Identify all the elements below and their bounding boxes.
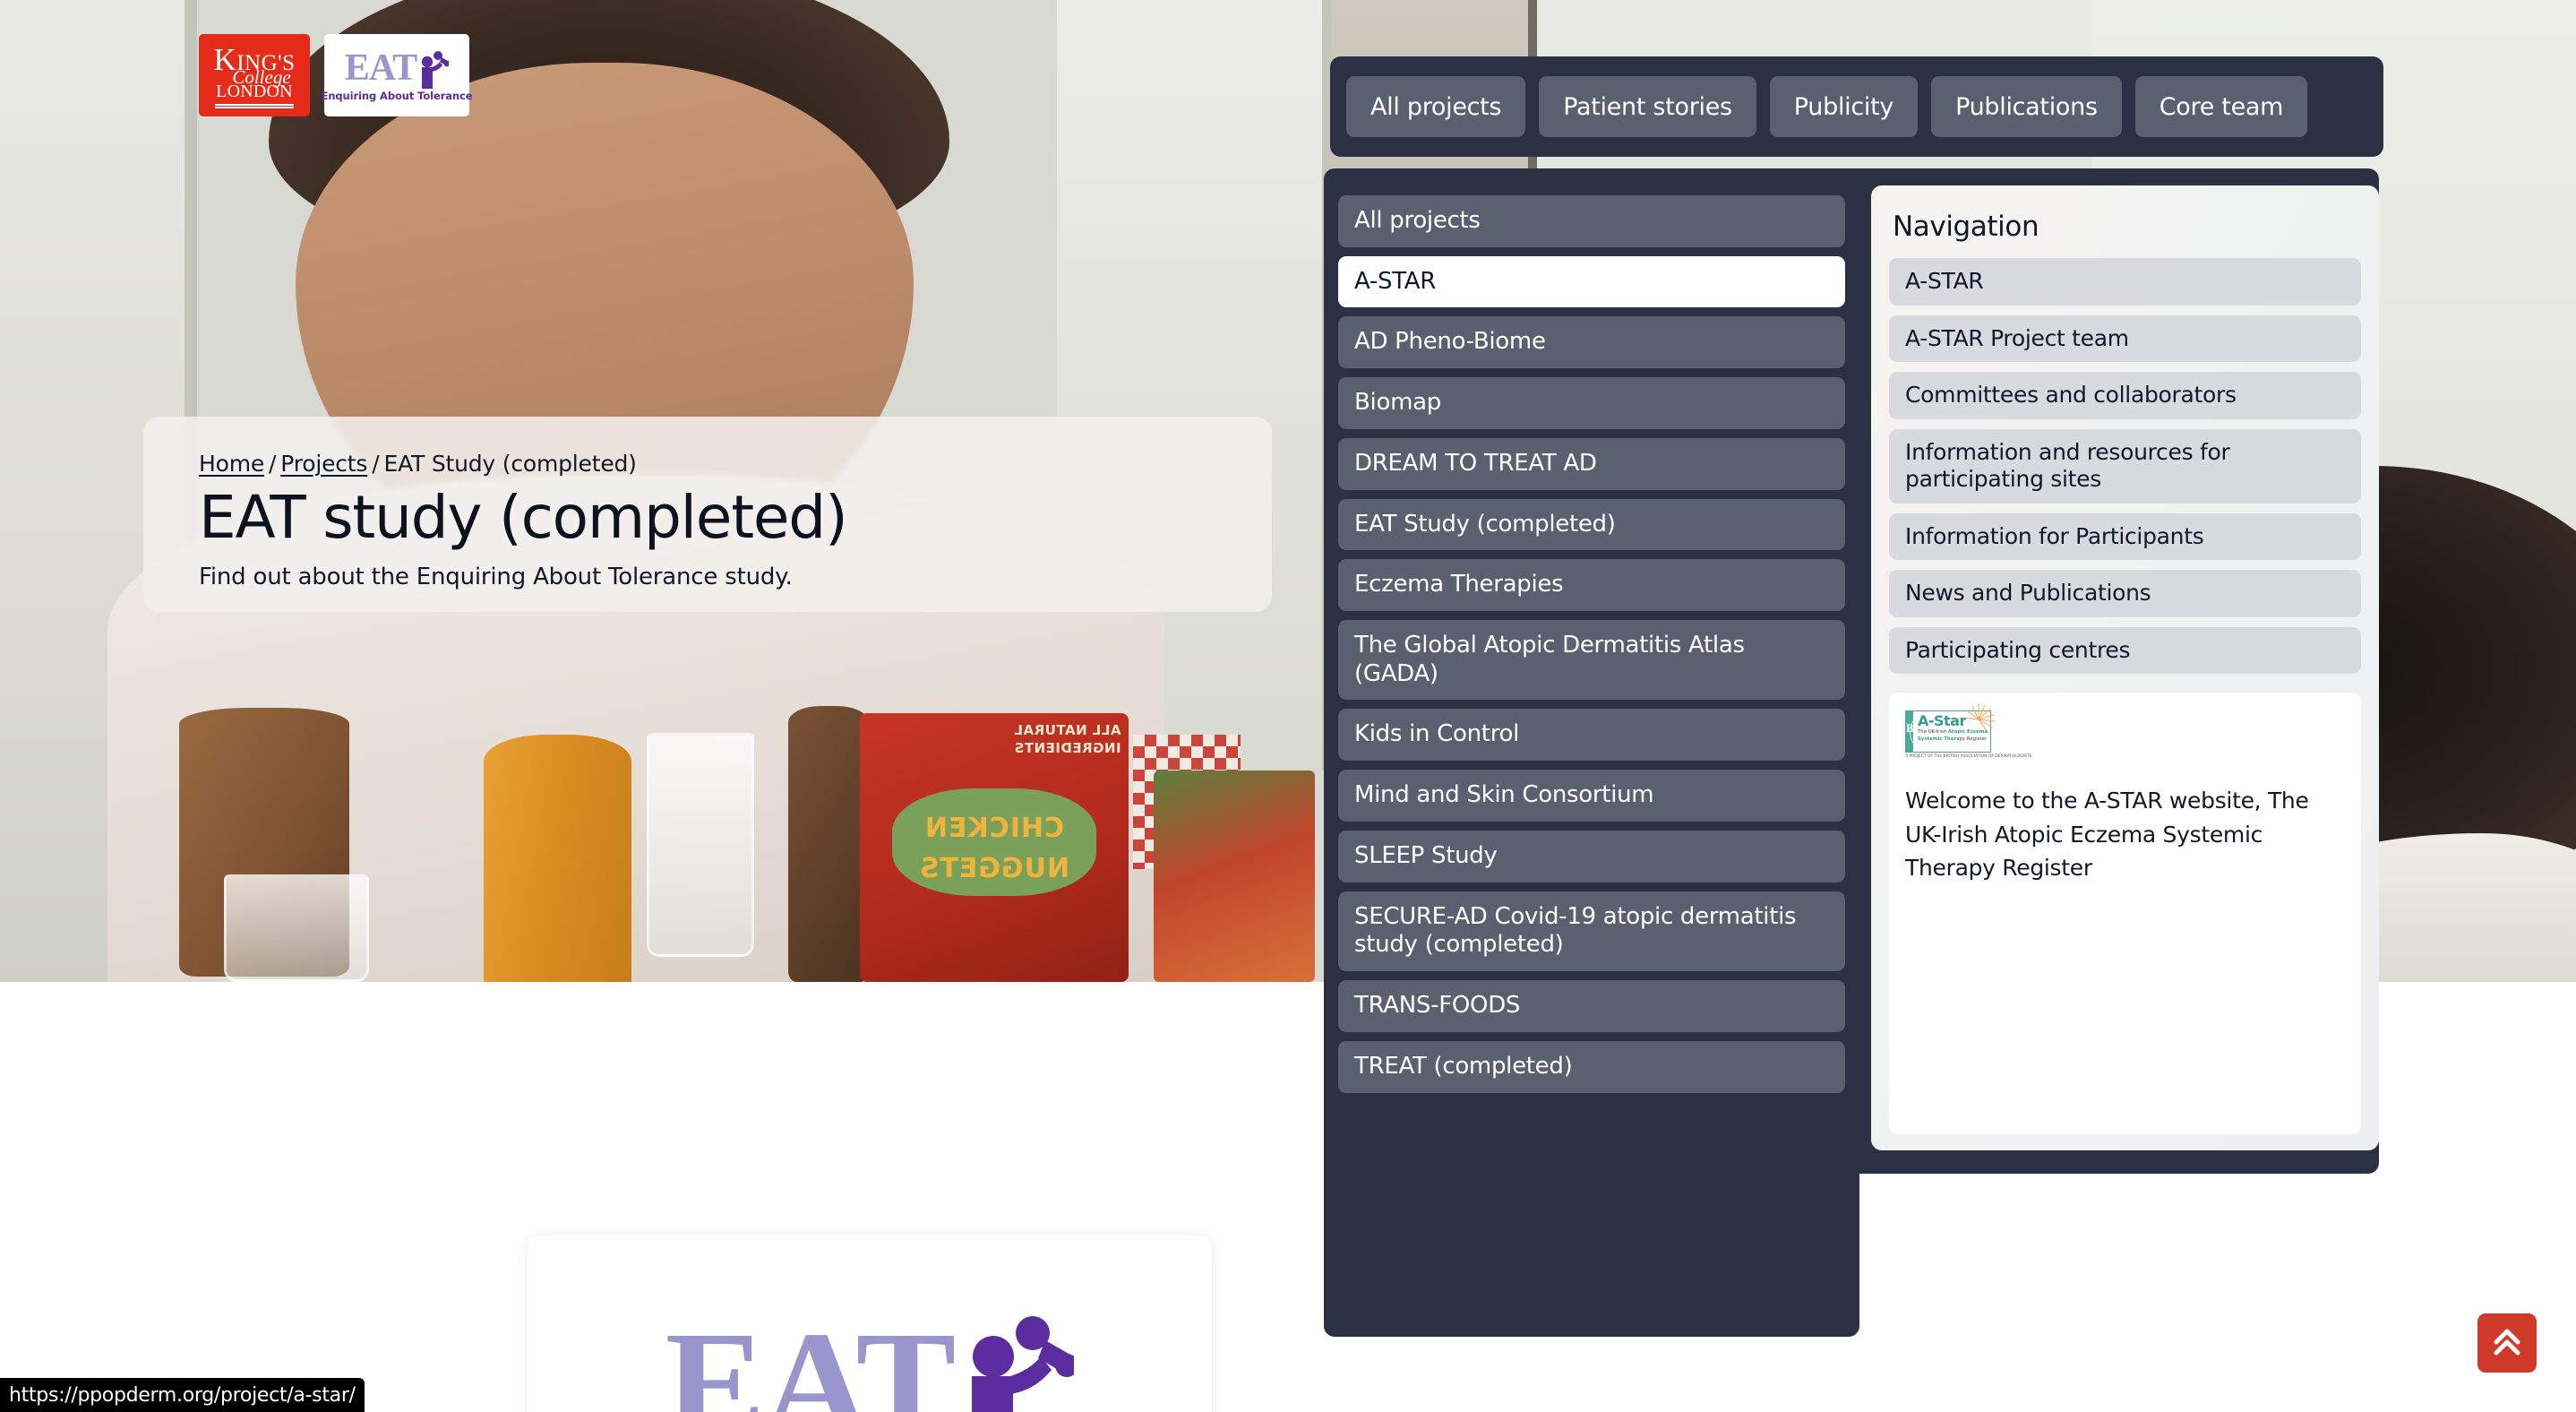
- project-item-all-projects[interactable]: All projects: [1338, 195, 1845, 247]
- bottom-eat-logo-card: EAT: [528, 1236, 1212, 1412]
- nav-item-committees-and-collaborators[interactable]: Committees and collaborators: [1889, 372, 2361, 419]
- parent-lifting-child-icon: [418, 49, 451, 89]
- a-star-welcome-card: BAD A-Star The UK-Irish Atopic Eczema Sy…: [1889, 693, 2361, 1134]
- a-star-sub2-accent: Systemic Ther: [1917, 736, 1957, 743]
- bottom-eat-word: EAT: [665, 1300, 957, 1412]
- a-star-logo-box: BAD A-Star The UK-Irish Atopic Eczema Sy…: [1905, 703, 1996, 753]
- breadcrumb-home-link[interactable]: Home: [199, 451, 264, 477]
- breadcrumb: Home / Projects / EAT Study (completed): [199, 451, 1272, 477]
- kcl-logo-line1: KING'S: [213, 42, 296, 78]
- nav-item-information-for-participants[interactable]: Information for Participants: [1889, 512, 2361, 560]
- nav-item-participating-centres[interactable]: Participating centres: [1889, 626, 2361, 674]
- page-title: EAT study (completed): [199, 483, 848, 552]
- breadcrumb-sep-1: /: [269, 451, 277, 477]
- project-item-mind-and-skin-consortium[interactable]: Mind and Skin Consortium: [1338, 770, 1845, 822]
- breadcrumb-sep-2: /: [372, 451, 380, 477]
- photo-glass-1: [647, 733, 754, 957]
- breadcrumb-projects-link[interactable]: Projects: [280, 451, 367, 477]
- project-list-panel: All projects A-STAR AD Pheno-Biome Bioma…: [1324, 185, 1859, 1337]
- project-item-kids-in-control[interactable]: Kids in Control: [1338, 709, 1845, 762]
- photo-table-items: ALL NATURAL INGREDIENTS CHICKEN NUGGETS: [0, 706, 1344, 982]
- navigation-heading: Navigation: [1893, 211, 2039, 243]
- top-navigation-bar: All projects Patient stories Publicity P…: [1330, 56, 2383, 157]
- hero-card: Home / Projects / EAT Study (completed) EAT …: [143, 417, 1272, 612]
- photo-veg-pack: [1154, 771, 1315, 982]
- photo-nugget-pack: ALL NATURAL INGREDIENTS CHICKEN NUGGETS: [860, 713, 1129, 982]
- project-item-eat-study[interactable]: EAT Study (completed): [1338, 498, 1845, 551]
- a-star-welcome-text: Welcome to the A-STAR website, The UK-Ir…: [1905, 788, 2309, 881]
- topnav-publications-button[interactable]: Publications: [1931, 76, 2122, 137]
- navigation-panel: Navigation A-STAR A-STAR Project team Co…: [1871, 185, 2379, 1150]
- eat-logo-row: EAT: [344, 47, 451, 89]
- project-item-sleep-study[interactable]: SLEEP Study: [1338, 830, 1845, 882]
- breadcrumb-current: EAT Study (completed): [383, 451, 637, 477]
- a-star-sub1-plain: The UK-Irish: [1917, 729, 1948, 735]
- double-chevron-up-icon: [2489, 1324, 2525, 1363]
- project-item-dream-to-treat-ad[interactable]: DREAM TO TREAT AD: [1338, 437, 1845, 490]
- project-item-secure-ad[interactable]: SECURE-AD Covid-19 atopic dermatitis stu…: [1338, 891, 1845, 972]
- photo-glass-2: [224, 874, 369, 982]
- project-item-eczema-therapies[interactable]: Eczema Therapies: [1338, 559, 1845, 612]
- project-item-treat[interactable]: TREAT (completed): [1338, 1040, 1845, 1093]
- kings-college-london-logo[interactable]: KING'S College LONDON: [199, 34, 310, 116]
- a-star-logo-footer: A PROJECT OF THE BRITISH ASSOCIATION OF …: [1905, 754, 2032, 759]
- kcl-logo-rules: [215, 103, 294, 108]
- logo-strip: KING'S College LONDON EAT Enquiring Abou…: [199, 34, 473, 116]
- nav-item-a-star[interactable]: A-STAR: [1889, 258, 2361, 306]
- photo-juice-bottle: [484, 735, 631, 982]
- page-root: ALL NATURAL INGREDIENTS CHICKEN NUGGETS …: [0, 0, 2576, 1412]
- topnav-all-projects-button[interactable]: All projects: [1346, 76, 1526, 137]
- browser-status-bar: https://ppopderm.org/project/a-star/: [0, 1378, 365, 1412]
- a-star-logo-subline-2: Systemic Therapy Register: [1918, 736, 1988, 743]
- scroll-to-top-button[interactable]: [2477, 1313, 2537, 1373]
- project-item-trans-foods[interactable]: TRANS-FOODS: [1338, 980, 1845, 1032]
- eat-logo-tagline: Enquiring About Tolerance: [321, 89, 473, 102]
- topnav-publicity-button[interactable]: Publicity: [1769, 76, 1919, 137]
- a-star-logo: BAD A-Star The UK-Irish Atopic Eczema Sy…: [1905, 703, 2032, 764]
- project-item-ad-pheno-biome[interactable]: AD Pheno-Biome: [1338, 316, 1845, 369]
- eat-logo-word: EAT: [344, 47, 417, 89]
- a-star-sub2-plain: apy Register: [1956, 736, 1988, 743]
- eat-study-logo[interactable]: EAT Enquiring About Tolerance: [322, 34, 473, 116]
- bad-emblem: BAD: [1906, 711, 1933, 752]
- topnav-patient-stories-button[interactable]: Patient stories: [1539, 76, 1756, 137]
- kcl-logo-london: LONDON: [216, 81, 293, 101]
- bottom-eat-logo-inner: EAT: [665, 1300, 1079, 1412]
- parent-lifting-child-icon-large: [959, 1310, 1079, 1412]
- project-item-a-star[interactable]: A-STAR: [1338, 255, 1845, 308]
- kcl-logo-ings: ING'S: [236, 51, 296, 76]
- kcl-logo-k: K: [213, 42, 237, 78]
- starburst-icon: [1962, 702, 1996, 736]
- project-item-gada[interactable]: The Global Atopic Dermatitis Atlas (GADA…: [1338, 620, 1845, 701]
- nav-item-a-star-project-team[interactable]: A-STAR Project team: [1889, 314, 2361, 362]
- bad-monogram: BAD: [1906, 721, 1928, 736]
- topnav-core-team-button[interactable]: Core team: [2134, 76, 2308, 137]
- a-star-logo-text: A-Star The UK-Irish Atopic Eczema System…: [1912, 703, 1996, 752]
- project-item-biomap[interactable]: Biomap: [1338, 377, 1845, 429]
- page-subtitle: Find out about the Enquiring About Toler…: [199, 564, 793, 591]
- photo-brown-item-2: [788, 706, 869, 982]
- nav-item-information-and-resources[interactable]: Information and resources for participat…: [1889, 428, 2361, 504]
- nav-item-news-and-publications[interactable]: News and Publications: [1889, 570, 2361, 617]
